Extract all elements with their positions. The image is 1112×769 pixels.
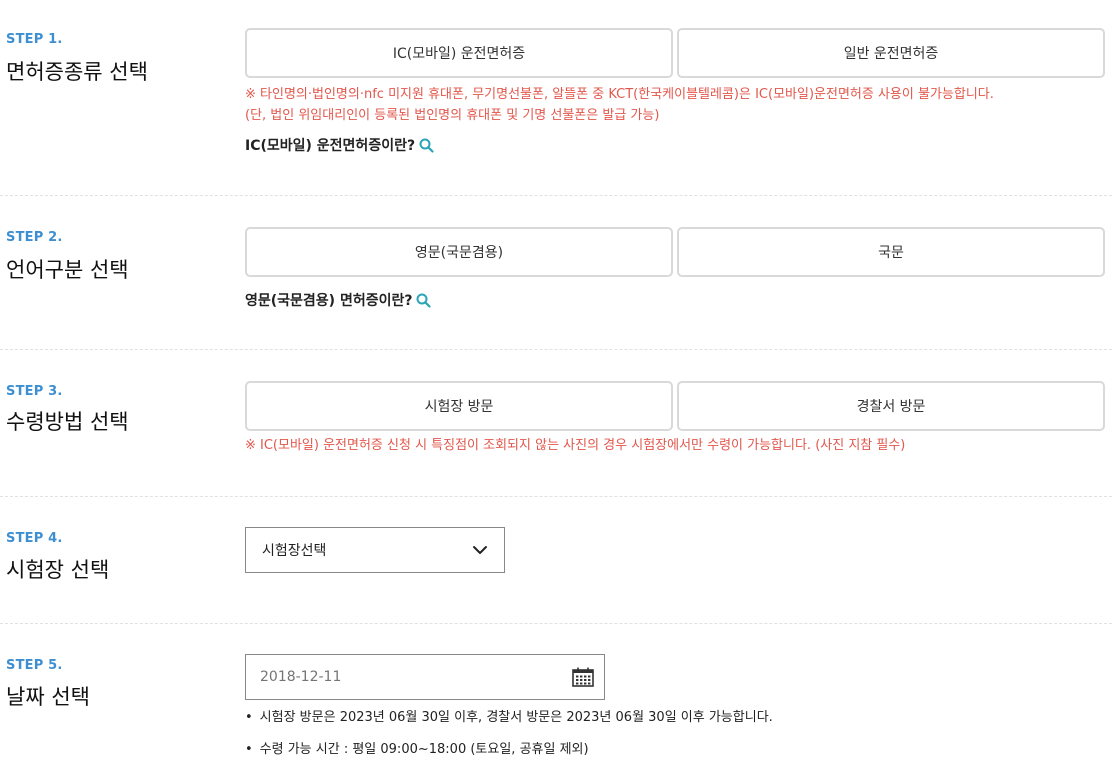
step-3-title: 수령방법 선택 [6, 410, 129, 434]
chevron-down-icon [473, 546, 487, 554]
step-5-title: 날짜 선택 [6, 685, 90, 709]
step-4-number: STEP 4. [6, 531, 63, 546]
bullet-dot: • [245, 710, 253, 725]
regular-license-button[interactable]: 일반 운전면허증 [677, 28, 1105, 78]
police-station-visit-button[interactable]: 경찰서 방문 [677, 381, 1105, 431]
exam-center-select-value: 시험장선택 [262, 543, 327, 559]
step-3-warning-note: ※ IC(모바일) 운전면허증 신청 시 특징점이 조회되지 않는 사진의 경우… [245, 438, 906, 453]
divider [0, 349, 1112, 350]
visit-date-info-text: 시험장 방문은 2023년 06월 30일 이후, 경찰서 방문은 2023년 … [259, 710, 773, 725]
date-picker [245, 654, 605, 700]
step-1-number: STEP 1. [6, 32, 63, 47]
calendar-icon[interactable] [572, 667, 594, 687]
korean-license-button[interactable]: 국문 [677, 227, 1105, 277]
pickup-hours-info-text: 수령 가능 시간 : 평일 09:00~18:00 (토요일, 공휴일 제외) [259, 742, 589, 757]
visit-date-info: • 시험장 방문은 2023년 06월 30일 이후, 경찰서 방문은 2023년… [245, 706, 773, 725]
step-1-title: 면허증종류 선택 [6, 60, 148, 84]
english-license-info-label: 영문(국문겸용) 면허증이란? [245, 293, 413, 309]
ic-license-info-label: IC(모바일) 운전면허증이란? [245, 138, 416, 154]
search-icon [416, 293, 432, 308]
step-4-title: 시험장 선택 [6, 558, 110, 582]
step-3-number: STEP 3. [6, 384, 63, 399]
exam-center-select[interactable]: 시험장선택 [245, 527, 505, 573]
english-license-button[interactable]: 영문(국문겸용) [245, 227, 673, 277]
license-application-form: STEP 1. 면허증종류 선택 IC(모바일) 운전면허증 일반 운전면허증 … [0, 0, 1112, 769]
ic-mobile-license-button[interactable]: IC(모바일) 운전면허증 [245, 28, 673, 78]
date-input[interactable] [260, 669, 540, 685]
step-5-number: STEP 5. [6, 658, 63, 673]
step-1-exception-note: (단, 법인 위임대리인이 등록된 법인명의 휴대폰 및 기명 선불폰은 발급 … [245, 108, 660, 123]
step-1-warning-note: ※ 타인명의·법인명의·nfc 미지원 휴대폰, 무기명선불폰, 알뜰폰 중 K… [245, 87, 994, 102]
search-icon [419, 138, 434, 153]
bullet-dot: • [245, 742, 253, 757]
divider [0, 195, 1112, 196]
english-license-info-link[interactable]: 영문(국문겸용) 면허증이란? [245, 290, 432, 310]
divider [0, 623, 1112, 624]
exam-center-visit-button[interactable]: 시험장 방문 [245, 381, 673, 431]
divider [0, 496, 1112, 497]
ic-license-info-link[interactable]: IC(모바일) 운전면허증이란? [245, 135, 434, 155]
step-2-number: STEP 2. [6, 230, 63, 245]
pickup-hours-info: • 수령 가능 시간 : 평일 09:00~18:00 (토요일, 공휴일 제외) [245, 738, 589, 757]
step-2-title: 언어구분 선택 [6, 258, 129, 282]
